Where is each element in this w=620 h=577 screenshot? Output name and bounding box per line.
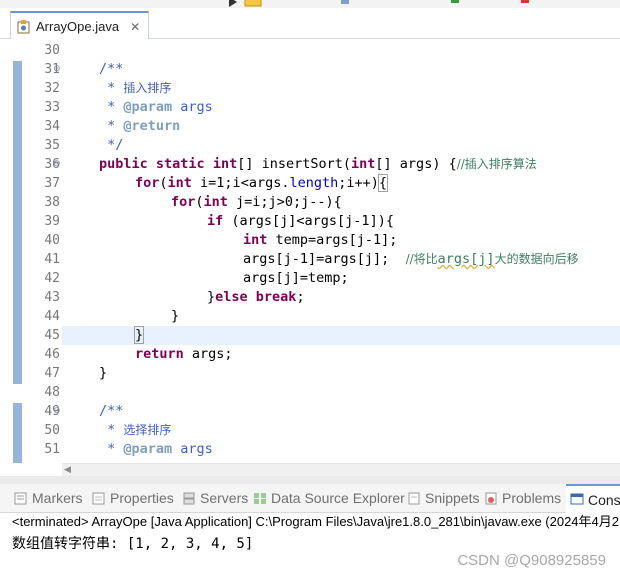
- view-separator[interactable]: [0, 476, 620, 484]
- line-number: 38: [44, 195, 60, 210]
- current-line-highlight: [62, 326, 620, 345]
- markers-icon: [14, 492, 28, 505]
- line-number: 32: [44, 81, 60, 96]
- tab-data-source-explorer[interactable]: Data Source Explorer: [253, 484, 405, 512]
- tab-markers[interactable]: Markers: [14, 484, 83, 512]
- tab-snippets[interactable]: Snippets: [407, 484, 479, 512]
- code-line-49: /**: [99, 403, 124, 419]
- code-line-46: return args;: [135, 346, 233, 362]
- code-line-40: int temp=args[j-1];: [243, 232, 398, 248]
- bottom-view-tabs: Markers Properties Servers Data Source E…: [0, 484, 620, 513]
- code-line-33: * @param args: [99, 99, 213, 115]
- code-line-41: args[j-1]=args[j]; //将比args[j]大的数据向后移: [243, 251, 579, 267]
- code-line-32: * 插入排序: [99, 80, 172, 96]
- line-number: 45: [44, 328, 60, 343]
- editor-tab-bar: ArrayOpe.java ✕: [0, 8, 620, 40]
- line-number: 30: [44, 43, 60, 58]
- code-line-36: public static int[] insertSort(int[] arg…: [99, 156, 537, 172]
- fold-collapse-icon[interactable]: ⊖: [53, 402, 61, 421]
- line-number: 46: [44, 347, 60, 362]
- horizontal-scrollbar[interactable]: ◀: [62, 463, 620, 477]
- code-line-47: }: [99, 365, 108, 381]
- change-marker: [13, 61, 22, 384]
- text-caret: [143, 327, 145, 343]
- change-marker: [13, 403, 22, 463]
- toolbar-button-icon[interactable]: [520, 0, 530, 6]
- code-line-43: }else break;: [207, 289, 305, 305]
- data-source-icon: [253, 492, 267, 505]
- code-line-31: /**: [99, 61, 124, 77]
- editor-tab-title: ArrayOpe.java: [36, 19, 120, 34]
- tab-problems[interactable]: Problems: [484, 484, 561, 512]
- code-line-44: }: [171, 308, 180, 324]
- toolbar-button-icon[interactable]: [450, 0, 460, 6]
- editor-tab-arrayope[interactable]: ArrayOpe.java ✕: [10, 11, 150, 40]
- line-number: 43: [44, 290, 60, 305]
- console-icon: [570, 493, 584, 506]
- code-line-51: * @param args: [99, 441, 213, 457]
- tab-servers[interactable]: Servers: [182, 484, 248, 512]
- code-line-38: for(int j=i;j>0;j--){: [171, 194, 342, 210]
- tab-console[interactable]: Conso: [566, 484, 620, 513]
- code-line-35: */: [99, 137, 124, 153]
- watermark: CSDN @Q908925859: [457, 552, 606, 569]
- code-editor[interactable]: 30 31 32 33 34 35 36 37 38 39 40 41 42 4…: [10, 39, 620, 463]
- line-number: 39: [44, 214, 60, 229]
- java-file-icon: [17, 19, 31, 34]
- run-icon[interactable]: [228, 0, 238, 7]
- code-area[interactable]: /** * 插入排序 * @param args * @return */ pu…: [62, 39, 620, 463]
- code-line-39: if (args[j]<args[j-1]){: [207, 213, 394, 229]
- matching-bracket: {: [377, 174, 389, 192]
- line-number: 34: [44, 119, 60, 134]
- servers-icon: [182, 492, 196, 505]
- code-line-50: * 选择排序: [99, 422, 172, 438]
- console-output: 数组值转字符串: [1, 2, 3, 4, 5]: [12, 536, 254, 552]
- line-number: 41: [44, 252, 60, 267]
- properties-icon: [92, 492, 106, 505]
- code-line-34: * @return: [99, 118, 181, 134]
- line-number: 42: [44, 271, 60, 286]
- line-number: 44: [44, 309, 60, 324]
- code-line-42: args[j]=temp;: [243, 270, 349, 286]
- close-icon[interactable]: ✕: [130, 20, 140, 34]
- line-number: 50: [44, 423, 60, 438]
- tab-properties[interactable]: Properties: [92, 484, 174, 512]
- snippets-icon: [407, 492, 421, 505]
- line-number: 35: [44, 138, 60, 153]
- overview-ruler: [10, 39, 24, 463]
- fold-collapse-icon[interactable]: ⊖: [53, 155, 61, 174]
- line-number: 47: [44, 366, 60, 381]
- console-status: <terminated> ArrayOpe [Java Application]…: [12, 514, 619, 529]
- code-line-45: }: [133, 326, 145, 344]
- line-number: 33: [44, 100, 60, 115]
- code-line-37: for(int i=1;i<args.length;i++){: [135, 174, 389, 192]
- fold-collapse-icon[interactable]: ⊖: [53, 60, 61, 79]
- line-number: 40: [44, 233, 60, 248]
- line-number: 37: [44, 176, 60, 191]
- problems-icon: [484, 492, 498, 505]
- line-number: 48: [44, 385, 60, 400]
- debug-icon[interactable]: [244, 0, 262, 7]
- toolbar-strip: [0, 0, 620, 8]
- line-number: 51: [44, 442, 60, 457]
- toolbar-button-icon[interactable]: [340, 0, 350, 6]
